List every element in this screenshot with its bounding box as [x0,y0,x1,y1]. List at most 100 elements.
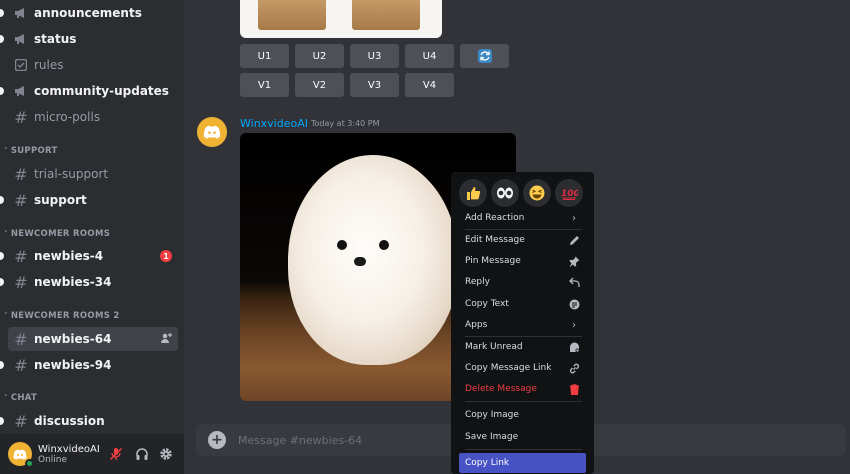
headphones-icon[interactable] [134,446,150,462]
category-newcomer-rooms[interactable]: ˅ NEWCOMER ROOMS [4,229,110,239]
message-input[interactable]: Message #newbies-64 [238,434,362,447]
user-panel: WinxvideoAI Online [0,434,184,474]
menu-copy-text[interactable]: Copy Text [459,294,586,314]
channel-label: trial-support [34,167,109,181]
rules-check-icon [14,58,28,72]
megaphone-icon [14,6,28,20]
u3-button[interactable]: U3 [350,44,399,68]
puppy-eye [379,240,389,250]
channel-label: micro-polls [34,110,101,124]
channel-sidebar: announcements status rules community-upd… [0,0,184,474]
channel-newbies-34[interactable]: # newbies-34 [0,270,178,294]
generated-image-grid[interactable] [240,0,442,38]
menu-mark-unread[interactable]: Mark Unread [459,337,586,357]
copy-text-icon [568,298,580,310]
menu-edit-message[interactable]: Edit Message [459,230,586,250]
channel-label: newbies-64 [34,332,112,346]
channel-newbies-64[interactable]: # newbies-64 [8,327,178,351]
thumbs-up-icon[interactable] [459,179,487,207]
u4-button[interactable]: U4 [405,44,454,68]
upscale-button-row: U1 U2 U3 U4 [240,44,509,68]
chevron-down-icon: ˅ [4,147,8,155]
trash-icon [568,383,580,395]
unread-indicator [0,196,4,204]
hashtag-icon: # [14,107,28,127]
channel-label: support [34,193,87,207]
category-newcomer-rooms-2[interactable]: ˅ NEWCOMER ROOMS 2 [4,311,120,321]
unread-indicator [0,87,4,95]
menu-pin-message[interactable]: Pin Message [459,251,586,271]
menu-add-reaction[interactable]: Add Reaction › [459,208,586,228]
hashtag-icon: # [14,329,28,349]
hundred-points-icon[interactable]: 100 [555,179,583,207]
refresh-icon [477,49,492,63]
quick-reactions: 100 [451,172,594,211]
unread-indicator [0,35,4,43]
gear-icon[interactable] [158,446,174,462]
channel-newbies-4[interactable]: # newbies-4 1 [0,244,178,268]
message-avatar[interactable] [197,117,227,147]
v3-button[interactable]: V3 [350,73,399,97]
hashtag-icon: # [14,411,28,431]
menu-copy-message-link[interactable]: Copy Message Link [459,358,586,378]
chevron-right-icon: › [572,212,576,224]
eyes-icon[interactable] [491,179,519,207]
chevron-down-icon: ˅ [4,394,8,402]
pin-icon [568,255,580,267]
menu-reply[interactable]: Reply [459,272,586,292]
grinning-squinting-icon[interactable] [523,179,551,207]
channel-label: rules [34,58,64,72]
hashtag-icon: # [14,355,28,375]
chevron-down-icon: ˅ [4,230,8,238]
channel-trial-support[interactable]: # trial-support [8,162,178,186]
variation-button-row: V1 V2 V3 V4 [240,73,454,97]
hashtag-icon: # [14,164,28,184]
chevron-right-icon: › [572,319,576,331]
channel-label: newbies-94 [34,358,112,372]
menu-save-image[interactable]: Save Image [459,427,586,447]
u2-button[interactable]: U2 [295,44,344,68]
u1-button[interactable]: U1 [240,44,289,68]
v1-button[interactable]: V1 [240,73,289,97]
online-status-dot [25,459,34,468]
message-context-menu: 100 Add Reaction › Edit Message Pin Mess… [451,172,594,474]
channel-status[interactable]: status [0,27,178,51]
mute-microphone-icon[interactable] [108,446,124,462]
menu-copy-link[interactable]: Copy Link [459,453,586,473]
pencil-icon [568,234,580,246]
unread-indicator [0,417,4,425]
channel-label: newbies-4 [34,249,104,263]
channel-discussion[interactable]: # discussion [0,409,178,433]
reply-icon [568,276,580,288]
reroll-button[interactable] [460,44,509,68]
channel-support[interactable]: # support [0,188,178,212]
v4-button[interactable]: V4 [405,73,454,97]
bag-image [352,0,420,30]
add-member-icon[interactable] [160,332,172,347]
puppy-eye [337,240,347,250]
channel-label: announcements [34,6,142,20]
menu-copy-image[interactable]: Copy Image [459,405,586,425]
channel-community-updates[interactable]: community-updates [0,79,178,103]
user-status: Online [38,454,68,465]
v2-button[interactable]: V2 [295,73,344,97]
channel-label: community-updates [34,84,169,98]
channel-micro-polls[interactable]: # micro-polls [8,105,178,129]
menu-divider [465,449,582,450]
channel-announcements[interactable]: announcements [0,1,178,25]
menu-divider [465,401,582,402]
add-attachment-button[interactable]: + [208,431,226,449]
megaphone-icon [14,84,28,98]
unread-indicator [0,9,4,17]
channel-label: status [34,32,77,46]
category-chat[interactable]: ˅ CHAT [4,393,37,403]
menu-delete-message[interactable]: Delete Message [459,379,586,399]
channel-rules[interactable]: rules [8,53,178,77]
message-author[interactable]: WinxvideoAI [240,117,308,130]
category-support[interactable]: ˅ SUPPORT [4,146,58,156]
megaphone-icon [14,32,28,46]
avatar[interactable] [8,442,34,468]
menu-apps[interactable]: Apps › [459,315,586,335]
channel-newbies-94[interactable]: # newbies-94 [0,353,178,377]
unread-indicator [0,361,4,369]
